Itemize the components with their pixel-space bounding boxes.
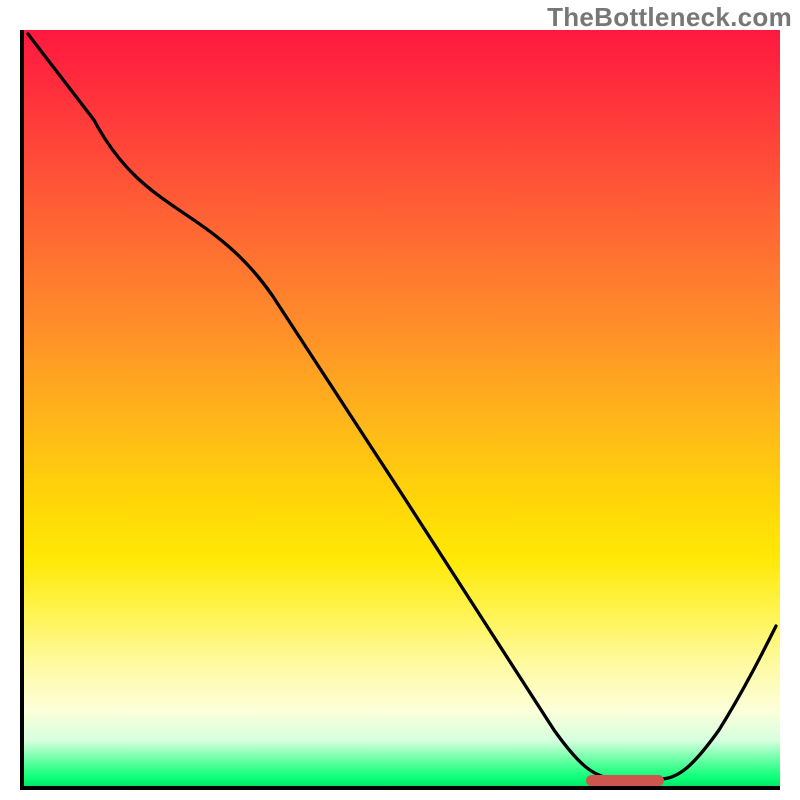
optimal-range-marker (586, 775, 664, 786)
plot-area (20, 30, 780, 790)
curve-path (28, 34, 776, 779)
watermark-text: TheBottleneck.com (547, 2, 792, 33)
chart-container: TheBottleneck.com (0, 0, 800, 800)
bottleneck-curve (24, 30, 780, 786)
